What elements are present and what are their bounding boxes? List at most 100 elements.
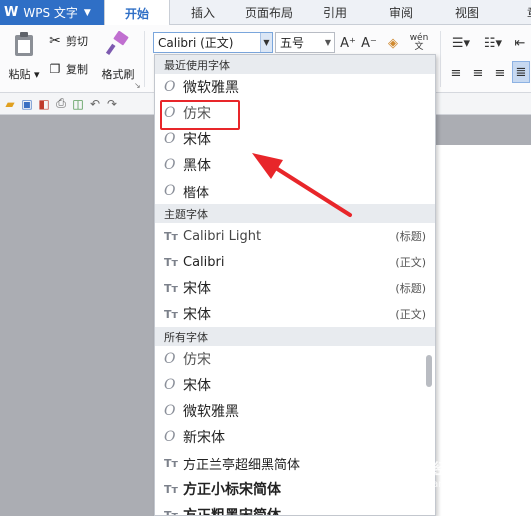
font-size-value: 五号 [280, 36, 305, 50]
shrink-font-icon: A⁻ [361, 35, 377, 51]
justify-icon: ≣ [515, 64, 527, 80]
clipboard-icon [15, 32, 33, 56]
font-option-label: 宋体 [183, 132, 211, 148]
clipboard-dialog-launcher-icon[interactable]: ↘ [134, 81, 141, 90]
font-option[interactable]: Tт Calibri (正文) [155, 249, 435, 275]
tab-view[interactable]: 视图 [434, 0, 500, 25]
align-right-button[interactable]: ≡ [492, 63, 508, 83]
cut-button[interactable]: ✂ 剪切 [48, 33, 88, 49]
watermark-url: jingyan.baidu.com [408, 479, 501, 490]
tab-references[interactable]: 引用 [302, 0, 368, 25]
font-option[interactable]: Tт Calibri Light (标题) [155, 223, 435, 249]
numbering-button[interactable]: ☷▾ [478, 33, 508, 53]
phonetic-icon: wén 文 [409, 33, 429, 52]
copy-label: 复制 [66, 63, 88, 76]
ribbon-divider [144, 31, 145, 87]
indent-button[interactable]: ⇤ [512, 33, 528, 53]
undo-icon[interactable]: ↶ [88, 97, 102, 111]
shrink-font-button[interactable]: A⁻ [359, 33, 379, 53]
align-center-icon: ≡ [472, 65, 484, 81]
opentype-font-icon: O [164, 403, 176, 419]
all-fonts-header: 所有字体 [155, 327, 435, 346]
paste-button[interactable]: 粘贴 ▾ [4, 31, 44, 89]
opentype-font-icon: O [164, 429, 176, 445]
font-option[interactable]: O 楷体 [155, 178, 435, 204]
align-center-button[interactable]: ≡ [470, 63, 486, 83]
scissors-icon: ✂ [49, 33, 61, 49]
cut-label: 剪切 [66, 35, 88, 48]
app-menu-button[interactable]: W WPS 文字 ▼ [0, 0, 104, 25]
print-preview-icon[interactable]: ◫ [71, 97, 85, 111]
align-right-icon: ≡ [494, 65, 506, 81]
font-option-label: 宋体 [183, 378, 211, 394]
truetype-font-icon: Tт [164, 482, 178, 496]
opentype-font-icon: O [164, 183, 176, 199]
watermark-text: Baidu经验 [382, 460, 461, 478]
export-pdf-icon[interactable]: ◧ [37, 97, 51, 111]
title-bar: W WPS 文字 ▼ 开始 插入 页面布局 引用 审阅 视图 章 [0, 0, 531, 26]
font-option[interactable]: O 新宋体 [155, 424, 435, 450]
font-option-label: 方正小标宋简体 [183, 482, 281, 498]
tab-page-layout[interactable]: 页面布局 [236, 0, 302, 25]
font-option[interactable]: Tт 宋体 (标题) [155, 275, 435, 301]
font-option-label: 黑体 [183, 158, 211, 174]
save-icon[interactable]: ▣ [20, 97, 34, 111]
truetype-font-icon: Tт [164, 255, 178, 269]
font-option[interactable]: O 黑体 [155, 152, 435, 178]
app-name: WPS 文字 [23, 6, 78, 20]
tab-home[interactable]: 开始 [104, 0, 170, 26]
clear-format-button[interactable]: ◈ [383, 33, 403, 53]
format-painter-label: 格式刷 [101, 68, 135, 81]
opentype-font-icon: O [164, 79, 176, 95]
font-option[interactable]: O 微软雅黑 [155, 74, 435, 100]
font-option[interactable]: O 微软雅黑 [155, 398, 435, 424]
bullets-button[interactable]: ☰▾ [446, 33, 476, 53]
font-role-tag: (正文) [395, 256, 426, 269]
chevron-down-icon[interactable]: ▼ [260, 33, 272, 52]
open-folder-icon[interactable]: ▰ [3, 97, 17, 111]
format-painter-button[interactable]: 格式刷 [98, 30, 138, 82]
font-name-value: Calibri (正文) [158, 36, 234, 50]
font-role-tag: (标题) [395, 230, 426, 243]
numbered-list-icon: ☷▾ [483, 35, 503, 51]
recent-fonts-header: 最近使用字体 [155, 55, 435, 74]
font-option-label: 宋体 [183, 307, 211, 323]
grow-font-icon: A⁺ [340, 35, 356, 51]
font-option[interactable]: Tт 宋体 (正文) [155, 301, 435, 327]
chevron-down-icon[interactable]: ▼ [322, 38, 334, 47]
font-option-label: 方正兰亭超细黑简体 [183, 457, 301, 473]
grow-font-button[interactable]: A⁺ [338, 33, 358, 53]
print-icon[interactable]: ⎙ [54, 96, 68, 111]
chevron-down-icon: ▾ [30, 68, 40, 81]
paste-label: 粘贴 [8, 68, 31, 81]
opentype-font-icon: O [164, 351, 176, 367]
font-option[interactable]: O 宋体 [155, 372, 435, 398]
font-role-tag: (标题) [395, 282, 426, 295]
align-left-icon: ≡ [450, 65, 462, 81]
ribbon-tabs: 开始 插入 页面布局 引用 审阅 视图 章 [104, 0, 531, 26]
truetype-font-icon: Tт [164, 456, 178, 470]
truetype-font-icon: Tт [164, 307, 178, 321]
copy-button[interactable]: ❐ 复制 [48, 61, 88, 77]
redo-icon[interactable]: ↷ [105, 97, 119, 111]
font-name-select[interactable]: Calibri (正文) ▼ [153, 32, 273, 53]
font-option-label: 新宋体 [183, 430, 225, 446]
eraser-icon: ◈ [388, 35, 398, 51]
dropdown-scrollbar[interactable] [426, 355, 432, 387]
wps-logo-icon: W [4, 5, 19, 20]
font-option-label: 微软雅黑 [183, 404, 239, 420]
font-option[interactable]: O 仿宋 [155, 346, 435, 372]
font-size-select[interactable]: 五号 ▼ [275, 32, 335, 53]
tab-insert[interactable]: 插入 [170, 0, 236, 25]
tab-section[interactable]: 章 [500, 0, 531, 25]
bullet-list-icon: ☰▾ [451, 35, 471, 51]
phonetic-guide-button[interactable]: wén 文 [406, 33, 432, 53]
truetype-font-icon: Tт [164, 508, 178, 516]
tab-review[interactable]: 审阅 [368, 0, 434, 25]
chevron-down-icon: ▼ [83, 7, 91, 18]
font-option-label: 宋体 [183, 281, 211, 297]
align-left-button[interactable]: ≡ [448, 63, 464, 83]
ribbon-divider [440, 31, 441, 87]
justify-button[interactable]: ≣ [512, 61, 530, 83]
highlight-box [160, 100, 240, 130]
